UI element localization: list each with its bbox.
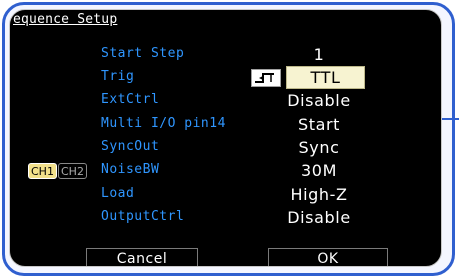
ch1-badge[interactable]: CH1: [28, 163, 57, 179]
setting-label: ExtCtrl: [101, 92, 160, 107]
setting-value[interactable]: High-Z: [262, 184, 376, 206]
ok-button[interactable]: OK: [268, 248, 388, 266]
cancel-button[interactable]: Cancel: [86, 248, 198, 266]
setting-row-trig[interactable]: Trig TTL: [10, 66, 441, 89]
setting-row-noisebw[interactable]: CH1 CH2 NoiseBW 30M: [10, 160, 441, 182]
setting-label: SyncOut: [101, 139, 160, 154]
setting-label: NoiseBW: [101, 162, 160, 177]
setting-label: OutputCtrl: [101, 209, 185, 224]
setting-value[interactable]: 30M: [262, 160, 376, 182]
setting-row-load[interactable]: Load High-Z: [10, 184, 441, 206]
trigger-edge-icon: [251, 69, 281, 87]
setting-label: Trig: [101, 69, 135, 84]
setting-label: Load: [101, 186, 135, 201]
setting-label: Start Step: [101, 46, 185, 61]
setting-row-start-step[interactable]: Start Step 1: [10, 44, 441, 66]
setting-label: Multi I/O pin14: [101, 116, 226, 131]
setting-value[interactable]: 1: [262, 44, 376, 66]
callout-line: [442, 118, 459, 120]
setting-row-multi-io-pin14[interactable]: Multi I/O pin14 Start: [10, 114, 441, 136]
trig-value-selected[interactable]: TTL: [286, 66, 365, 89]
panel-title: equence Setup: [13, 12, 118, 27]
setting-row-extctrl[interactable]: ExtCtrl Disable: [10, 90, 441, 112]
setting-row-syncout[interactable]: SyncOut Sync: [10, 137, 441, 159]
setting-value[interactable]: Sync: [262, 137, 376, 159]
setting-value[interactable]: Disable: [262, 90, 376, 112]
ch2-badge[interactable]: CH2: [58, 163, 87, 179]
setting-value[interactable]: Disable: [262, 207, 376, 229]
setting-row-outputctrl[interactable]: OutputCtrl Disable: [10, 207, 441, 229]
setting-value[interactable]: Start: [262, 114, 376, 136]
sequence-setup-panel: equence Setup Start Step 1 Trig TTL ExtC…: [9, 9, 442, 267]
